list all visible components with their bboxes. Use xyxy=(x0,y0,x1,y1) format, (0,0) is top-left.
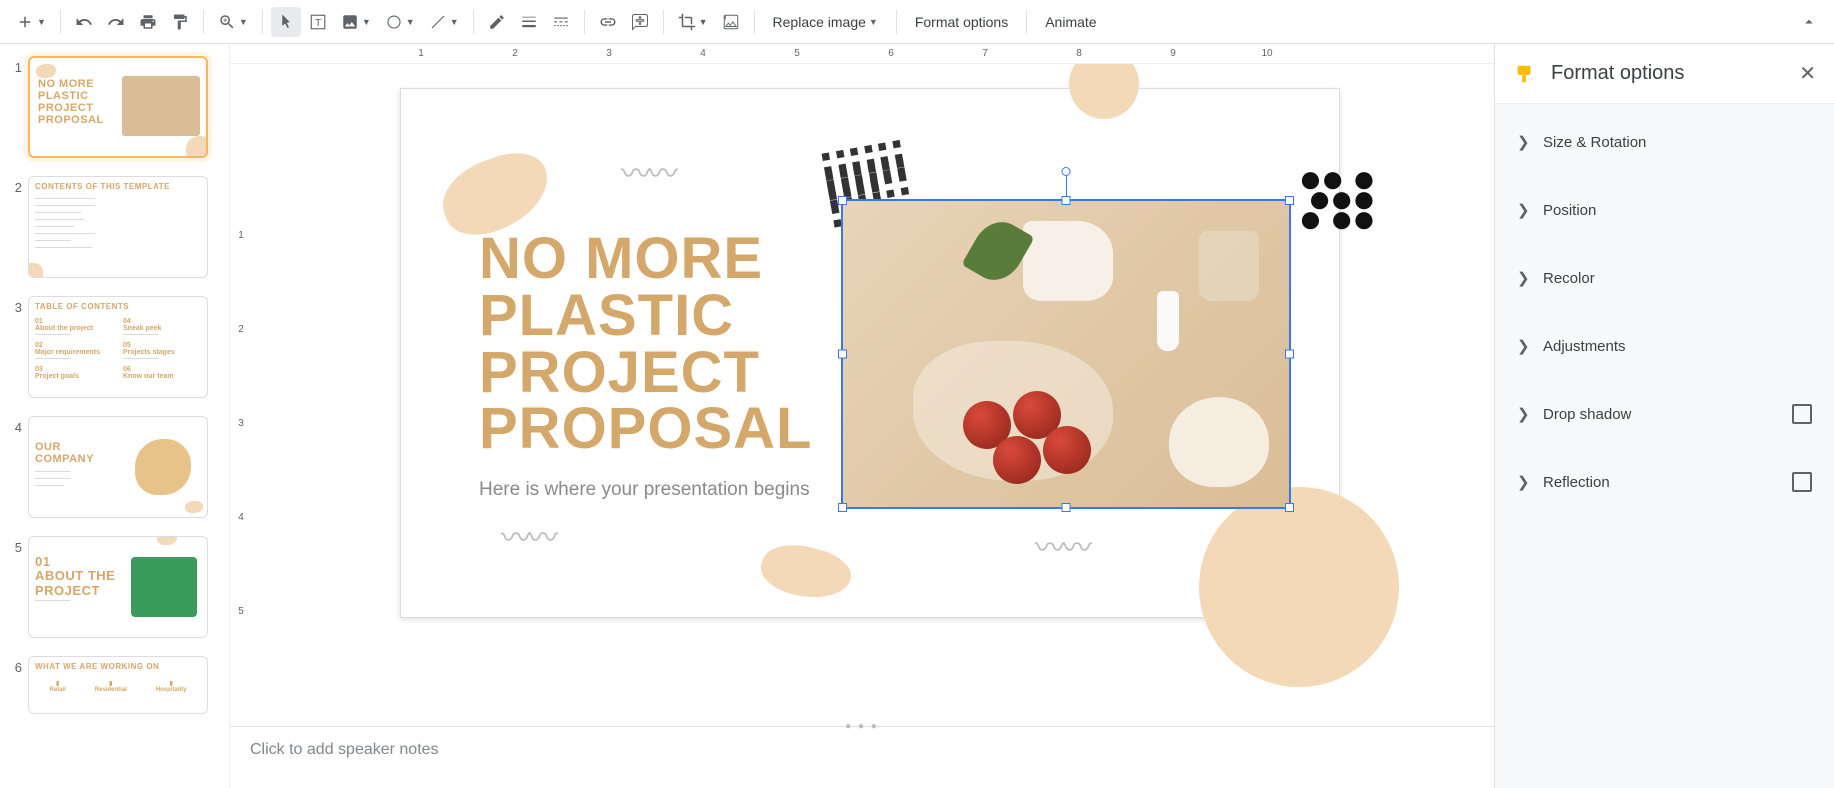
crop-button[interactable]: ▼ xyxy=(672,7,714,37)
slide-thumbnail-4[interactable]: OUR COMPANY ──────────────────────────── xyxy=(28,416,208,518)
thumb-number: 6 xyxy=(4,656,28,714)
slide-thumbnails-panel: 1 NO MORE PLASTIC PROJECT PROPOSAL 2 CON… xyxy=(0,44,230,788)
position-row[interactable]: ❯ Position xyxy=(1495,176,1834,244)
reflection-row[interactable]: ❯ Reflection xyxy=(1495,448,1834,516)
drop-shadow-row[interactable]: ❯ Drop shadow xyxy=(1495,380,1834,448)
select-tool-button[interactable] xyxy=(271,7,301,37)
horizontal-ruler: 12345678910 xyxy=(230,44,1494,64)
format-options-panel: Format options ✕ ❯ Size & Rotation ❯ Pos… xyxy=(1494,44,1834,788)
chevron-right-icon: ❯ xyxy=(1517,337,1543,355)
insert-link-button[interactable] xyxy=(593,7,623,37)
slide-canvas[interactable]: 〰〰〰〰〰〰〰〰 ⠿⠿⠿⠿⠿⠿⠿⠿ ●● ● ●●●● ●● NO MORE P… xyxy=(400,88,1340,618)
thumb-number: 3 xyxy=(4,296,28,398)
close-panel-button[interactable]: ✕ xyxy=(1799,61,1816,86)
thumb-number: 4 xyxy=(4,416,28,518)
resize-handle[interactable] xyxy=(838,503,847,512)
adjustments-row[interactable]: ❯ Adjustments xyxy=(1495,312,1834,380)
line-button[interactable]: ▼ xyxy=(423,7,465,37)
shape-button[interactable]: ▼ xyxy=(379,7,421,37)
slide-thumbnail-5[interactable]: 01 ABOUT THE PROJECT ────────── xyxy=(28,536,208,638)
slide-title[interactable]: NO MORE PLASTIC PROJECT PROPOSAL xyxy=(479,231,813,458)
speaker-notes[interactable]: ● ● ● Click to add speaker notes xyxy=(230,726,1494,788)
insert-comment-button[interactable] xyxy=(625,7,655,37)
print-button[interactable] xyxy=(133,7,163,37)
resize-handle[interactable] xyxy=(838,196,847,205)
slide-thumbnail-3[interactable]: TABLE OF CONTENTS 01About the project ──… xyxy=(28,296,208,398)
border-dash-button[interactable] xyxy=(546,7,576,37)
border-weight-button[interactable] xyxy=(514,7,544,37)
notes-resize-grip[interactable]: ● ● ● xyxy=(845,721,879,732)
border-color-button[interactable] xyxy=(482,7,512,37)
undo-button[interactable] xyxy=(69,7,99,37)
insert-image-button[interactable]: ▼ xyxy=(335,7,377,37)
slide-thumbnail-2[interactable]: CONTENTS OF THIS TEMPLATE ──────────────… xyxy=(28,176,208,278)
recolor-row[interactable]: ❯ Recolor xyxy=(1495,244,1834,312)
resize-handle[interactable] xyxy=(1285,503,1294,512)
zoom-button[interactable]: ▼ xyxy=(212,7,254,37)
thumb-number: 2 xyxy=(4,176,28,278)
format-panel-title: Format options xyxy=(1551,62,1799,85)
reset-image-button[interactable] xyxy=(716,7,746,37)
size-rotation-row[interactable]: ❯ Size & Rotation xyxy=(1495,108,1834,176)
chevron-right-icon: ❯ xyxy=(1517,473,1543,491)
resize-handle[interactable] xyxy=(1285,196,1294,205)
redo-button[interactable] xyxy=(101,7,131,37)
format-options-icon xyxy=(1513,62,1537,86)
resize-handle[interactable] xyxy=(1285,350,1294,359)
resize-handle[interactable] xyxy=(1062,196,1071,205)
new-slide-button[interactable]: ▼ xyxy=(10,7,52,37)
resize-handle[interactable] xyxy=(1062,503,1071,512)
collapse-toolbar-button[interactable] xyxy=(1794,7,1824,37)
chevron-right-icon: ❯ xyxy=(1517,405,1543,423)
thumb-number: 1 xyxy=(4,56,28,158)
canvas-area: 12345678910 12345 〰〰〰〰〰〰〰〰 ⠿⠿⠿⠿⠿⠿⠿⠿ ●● ●… xyxy=(230,44,1494,788)
thumb-number: 5 xyxy=(4,536,28,638)
chevron-right-icon: ❯ xyxy=(1517,269,1543,287)
reflection-checkbox[interactable] xyxy=(1792,472,1812,492)
animate-button[interactable]: Animate xyxy=(1035,7,1106,37)
vertical-ruler: 12345 xyxy=(230,64,252,788)
slide-thumbnail-1[interactable]: NO MORE PLASTIC PROJECT PROPOSAL xyxy=(28,56,208,158)
svg-text:T: T xyxy=(315,16,322,28)
main-toolbar: ▼ ▼ T ▼ ▼ ▼ ▼ Replace image▼ Format opti… xyxy=(0,0,1834,44)
drop-shadow-checkbox[interactable] xyxy=(1792,404,1812,424)
selected-image[interactable] xyxy=(841,199,1291,509)
resize-handle[interactable] xyxy=(838,350,847,359)
paint-format-button[interactable] xyxy=(165,7,195,37)
chevron-right-icon: ❯ xyxy=(1517,201,1543,219)
rotate-handle[interactable] xyxy=(1062,167,1071,176)
format-options-button[interactable]: Format options xyxy=(905,7,1018,37)
text-box-button[interactable]: T xyxy=(303,7,333,37)
slide-thumbnail-6[interactable]: WHAT WE ARE WORKING ON ▮Retail ▮Resident… xyxy=(28,656,208,714)
chevron-right-icon: ❯ xyxy=(1517,133,1543,151)
replace-image-button[interactable]: Replace image▼ xyxy=(763,7,888,37)
slide-subtitle[interactable]: Here is where your presentation begins xyxy=(479,479,810,501)
